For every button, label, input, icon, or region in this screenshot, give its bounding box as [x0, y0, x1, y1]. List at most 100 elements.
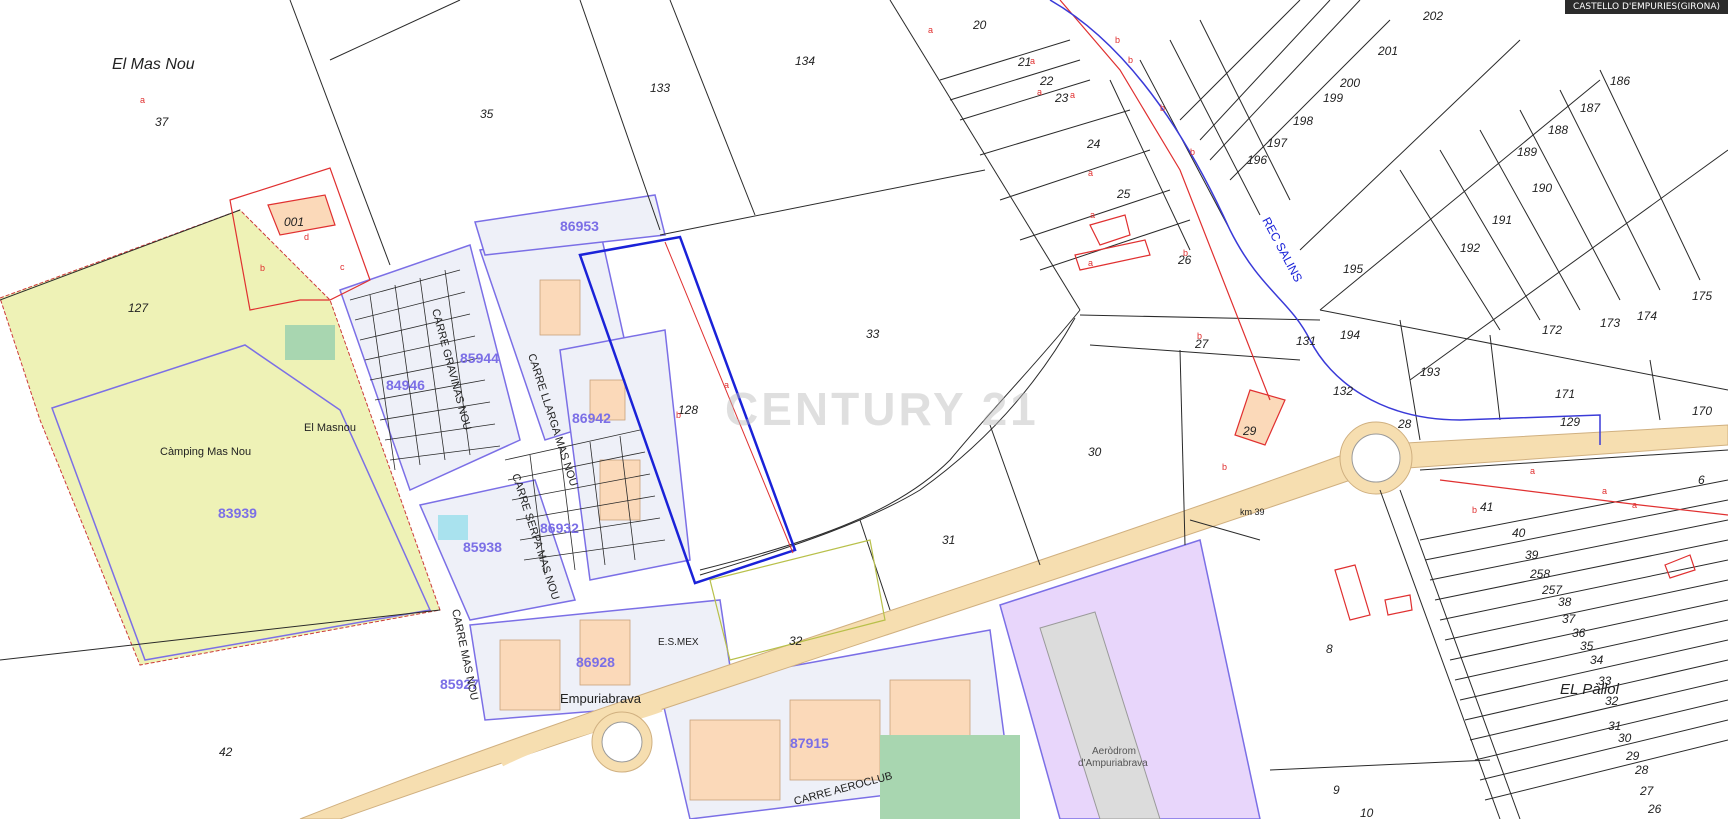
block-86942: 86942: [572, 410, 611, 426]
parcel-258: 258: [1529, 567, 1550, 581]
parcel-9: 9: [1333, 783, 1340, 797]
block-86932: 86932: [540, 520, 579, 536]
parcel-173: 173: [1600, 316, 1620, 330]
parcel-191: 191: [1492, 213, 1512, 227]
watermark-century21: CENTURY 21: [725, 383, 1039, 435]
parcel-37: 37: [155, 115, 170, 129]
parcel-35: 35: [480, 107, 494, 121]
block-86928: 86928: [576, 654, 615, 670]
parcel-129: 129: [1560, 415, 1580, 429]
parcel-132: 132: [1333, 384, 1353, 398]
block-85944: 85944: [460, 350, 499, 366]
parcel-190: 190: [1532, 181, 1552, 195]
subparcel-d: d: [304, 232, 309, 242]
parcel-199: 199: [1323, 91, 1343, 105]
parcel-127: 127: [128, 301, 149, 315]
parcel-30: 30: [1088, 445, 1102, 459]
parcel-35b: 35: [1580, 639, 1594, 653]
parcel-10: 10: [1360, 806, 1374, 819]
parcel-202: 202: [1422, 9, 1443, 23]
parcel-186: 186: [1610, 74, 1630, 88]
parcel-194: 194: [1340, 328, 1360, 342]
parcel-41: 41: [1480, 500, 1493, 514]
sports-field: [880, 735, 1020, 819]
subparcel-a: a: [1030, 56, 1035, 66]
subparcel-a: a: [1090, 210, 1095, 220]
parcel-174: 174: [1637, 309, 1657, 323]
subparcel-b: b: [1128, 55, 1133, 65]
parcel-20: 20: [972, 18, 987, 32]
subparcel-a: a: [1088, 168, 1093, 178]
parcel-29b: 29: [1625, 749, 1640, 763]
cadastral-map[interactable]: 37 35 133 134 127 001 128 33 20 21 22 23…: [0, 0, 1728, 819]
parcel-195: 195: [1343, 262, 1363, 276]
parcel-31: 31: [942, 533, 955, 547]
subparcel-b: b: [1472, 505, 1477, 515]
place-aerodrom-2: d'Ampuriabrava: [1078, 758, 1148, 769]
subparcel-a: a: [1632, 500, 1637, 510]
parcel-197: 197: [1267, 136, 1288, 150]
subparcel-a: a: [1037, 87, 1042, 97]
parcel-193: 193: [1420, 365, 1440, 379]
subparcel-a: a: [140, 95, 145, 105]
block-85938: 85938: [463, 539, 502, 555]
parcel-187: 187: [1580, 101, 1601, 115]
place-el-mas-nou: El Mas Nou: [112, 56, 195, 73]
roundabout-east-island: [1351, 433, 1401, 483]
subparcel-b: b: [676, 410, 681, 420]
parcel-192: 192: [1460, 241, 1480, 255]
subparcel-a: a: [1602, 486, 1607, 496]
parcel-37b: 37: [1562, 612, 1577, 626]
parcel-8: 8: [1326, 642, 1333, 656]
parcel-201: 201: [1377, 44, 1398, 58]
parcel-196: 196: [1247, 153, 1267, 167]
parcel-26b: 26: [1647, 802, 1662, 816]
parcel-188: 188: [1548, 123, 1568, 137]
parcel-133: 133: [650, 81, 670, 95]
block-84946: 84946: [386, 377, 425, 393]
place-camping: Càmping Mas Nou: [160, 446, 251, 458]
subparcel-b: b: [1183, 248, 1188, 258]
place-el-pallol: EL Pàllol: [1560, 681, 1620, 698]
parcel-131: 131: [1296, 334, 1316, 348]
parcel-34: 34: [1590, 653, 1604, 667]
subparcel-b: b: [260, 263, 265, 273]
map-title-bar: CASTELLO D'EMPURIES(GIRONA): [1564, 0, 1728, 14]
parcel-25: 25: [1116, 187, 1131, 201]
parcel-23: 23: [1054, 91, 1069, 105]
parcel-28: 28: [1397, 417, 1412, 431]
subparcel-a: a: [1070, 90, 1075, 100]
parcel-28b: 28: [1634, 763, 1649, 777]
parcel-27b: 27: [1639, 784, 1655, 798]
block-86953: 86953: [560, 218, 599, 234]
parcel-39: 39: [1525, 548, 1539, 562]
subparcel-a: a: [928, 25, 933, 35]
parcel-200: 200: [1339, 76, 1360, 90]
subparcel-a: a: [1088, 258, 1093, 268]
parcel-29: 29: [1242, 424, 1257, 438]
highway-km-label: km 39: [1240, 507, 1265, 517]
block-83939: 83939: [218, 505, 257, 521]
place-empuriabrava: Empuriabrava: [560, 691, 642, 706]
subparcel-b: b: [1222, 462, 1227, 472]
subparcel-b: b: [1190, 147, 1195, 157]
subparcel-b: b: [1197, 331, 1202, 341]
subparcel-c: c: [340, 262, 345, 272]
parcel-198: 198: [1293, 114, 1313, 128]
parcel-24: 24: [1086, 137, 1101, 151]
parcel-32: 32: [789, 634, 803, 648]
parcel-36: 36: [1572, 626, 1586, 640]
parcel-001: 001: [284, 215, 304, 229]
parcel-171: 171: [1555, 387, 1575, 401]
block-87915: 87915: [790, 735, 829, 751]
parcel-175: 175: [1692, 289, 1712, 303]
parcel-134: 134: [795, 54, 815, 68]
parcel-40: 40: [1512, 526, 1526, 540]
subparcel-b: b: [1160, 103, 1165, 113]
parcel-38: 38: [1558, 595, 1572, 609]
place-es-mex: E.S.MEX: [658, 637, 699, 648]
parcel-128: 128: [678, 403, 698, 417]
map-title: CASTELLO D'EMPURIES(GIRONA): [1572, 2, 1720, 12]
parcel-30b: 30: [1618, 731, 1632, 745]
parcel-189: 189: [1517, 145, 1537, 159]
